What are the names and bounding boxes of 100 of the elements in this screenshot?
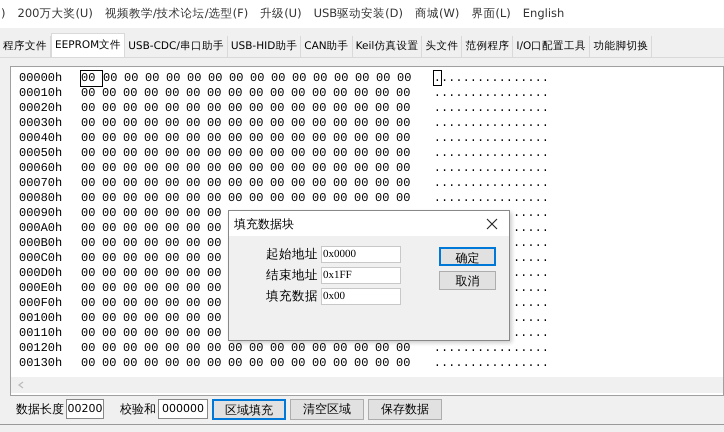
- hex-byte[interactable]: 00: [396, 116, 417, 131]
- hex-byte[interactable]: 00: [123, 326, 144, 341]
- hex-byte[interactable]: 00: [144, 221, 165, 236]
- hex-byte[interactable]: 00: [376, 71, 397, 86]
- hex-byte[interactable]: 00: [396, 131, 417, 146]
- hex-byte[interactable]: 00: [375, 116, 396, 131]
- hex-byte[interactable]: 00: [207, 176, 228, 191]
- hex-byte[interactable]: 00: [102, 341, 123, 356]
- hex-byte[interactable]: 00: [334, 71, 355, 86]
- hex-byte[interactable]: 00: [396, 146, 417, 161]
- hex-byte[interactable]: 00: [375, 131, 396, 146]
- menu-item[interactable]: 视频教学/技术论坛/选型(F): [104, 5, 248, 23]
- hex-byte[interactable]: 00: [165, 206, 186, 221]
- hex-byte[interactable]: 00: [228, 161, 249, 176]
- hex-byte[interactable]: 00: [144, 86, 165, 101]
- menu-item[interactable]: USB驱动安装(D): [314, 5, 404, 23]
- hex-byte[interactable]: 00: [375, 161, 396, 176]
- tab[interactable]: 程序文件: [0, 36, 51, 57]
- hex-byte[interactable]: 00: [375, 176, 396, 191]
- hex-byte[interactable]: 00: [312, 101, 333, 116]
- hex-byte[interactable]: 00: [375, 101, 396, 116]
- hex-byte[interactable]: 00: [375, 341, 396, 356]
- hex-byte[interactable]: 00: [354, 101, 375, 116]
- hex-byte[interactable]: 00: [313, 71, 334, 86]
- hex-byte[interactable]: 00: [207, 281, 228, 296]
- hex-byte[interactable]: 00: [102, 131, 123, 146]
- hex-byte[interactable]: 00: [123, 356, 144, 371]
- hex-byte[interactable]: 00: [354, 131, 375, 146]
- hex-byte[interactable]: 00: [375, 86, 396, 101]
- hex-byte[interactable]: 00: [333, 341, 354, 356]
- hex-byte[interactable]: 00: [186, 206, 207, 221]
- hex-byte[interactable]: 00: [186, 266, 207, 281]
- hex-byte[interactable]: 00: [396, 341, 417, 356]
- hex-byte[interactable]: 00: [165, 311, 186, 326]
- hex-byte[interactable]: 00: [229, 71, 250, 86]
- hex-byte[interactable]: 00: [81, 296, 102, 311]
- hex-byte[interactable]: 00: [312, 191, 333, 206]
- hex-byte[interactable]: 00: [270, 191, 291, 206]
- hex-byte[interactable]: 00: [207, 311, 228, 326]
- hex-byte[interactable]: 00: [102, 266, 123, 281]
- dialog-button[interactable]: 确定: [439, 247, 496, 266]
- hex-byte[interactable]: 00: [165, 281, 186, 296]
- hex-byte[interactable]: 00: [270, 101, 291, 116]
- hex-byte[interactable]: 00: [81, 281, 102, 296]
- hex-byte[interactable]: 00: [165, 356, 186, 371]
- hex-byte[interactable]: 00: [144, 311, 165, 326]
- hex-byte[interactable]: 00: [396, 161, 417, 176]
- hex-byte[interactable]: 00: [81, 176, 102, 191]
- hex-byte[interactable]: 00: [249, 176, 270, 191]
- hex-byte[interactable]: 00: [102, 296, 123, 311]
- hex-byte[interactable]: 00: [312, 341, 333, 356]
- close-icon[interactable]: [486, 218, 498, 230]
- hex-byte[interactable]: 00: [81, 146, 102, 161]
- hex-byte[interactable]: 00: [81, 311, 102, 326]
- horizontal-scrollbar[interactable]: [11, 377, 723, 393]
- checksum-field[interactable]: 000000: [158, 399, 208, 419]
- hex-byte[interactable]: 00: [102, 191, 123, 206]
- hex-byte[interactable]: 00: [144, 101, 165, 116]
- hex-byte[interactable]: 00: [333, 146, 354, 161]
- hex-byte[interactable]: 00: [312, 86, 333, 101]
- hex-byte[interactable]: 00: [81, 191, 102, 206]
- hex-byte[interactable]: 00: [144, 206, 165, 221]
- hex-byte[interactable]: 00: [249, 116, 270, 131]
- hex-byte[interactable]: 00: [291, 131, 312, 146]
- hex-byte[interactable]: 00: [103, 71, 124, 86]
- hex-byte[interactable]: 00: [396, 86, 417, 101]
- hex-byte[interactable]: 00: [396, 101, 417, 116]
- hex-byte[interactable]: 00: [291, 191, 312, 206]
- hex-byte[interactable]: 00: [186, 86, 207, 101]
- hex-byte[interactable]: 00: [165, 146, 186, 161]
- hex-byte[interactable]: 00: [81, 356, 102, 371]
- hex-byte[interactable]: 00: [249, 146, 270, 161]
- hex-byte[interactable]: 00: [250, 71, 271, 86]
- hex-byte[interactable]: 00: [186, 356, 207, 371]
- hex-byte[interactable]: 00: [123, 221, 144, 236]
- hex-byte[interactable]: 00: [144, 356, 165, 371]
- hex-byte[interactable]: 00: [123, 296, 144, 311]
- hex-byte[interactable]: 00: [186, 311, 207, 326]
- hex-byte[interactable]: 00: [207, 221, 228, 236]
- hex-byte[interactable]: 00: [102, 116, 123, 131]
- hex-byte[interactable]: 00: [186, 341, 207, 356]
- length-field[interactable]: 00200: [66, 399, 104, 419]
- hex-byte[interactable]: 00: [124, 71, 145, 86]
- scroll-left-icon[interactable]: [17, 381, 25, 389]
- hex-byte[interactable]: 00: [292, 71, 313, 86]
- hex-byte[interactable]: 00: [144, 131, 165, 146]
- hex-byte[interactable]: 00: [249, 131, 270, 146]
- hex-byte[interactable]: 00: [355, 71, 376, 86]
- tab[interactable]: EEPROM文件: [51, 33, 126, 57]
- hex-byte[interactable]: 00: [144, 236, 165, 251]
- hex-byte[interactable]: 00: [165, 161, 186, 176]
- hex-byte[interactable]: 00: [186, 251, 207, 266]
- hex-byte[interactable]: 00: [102, 311, 123, 326]
- hex-byte[interactable]: 00: [144, 281, 165, 296]
- hex-byte[interactable]: 00: [186, 146, 207, 161]
- hex-byte[interactable]: 00: [354, 191, 375, 206]
- hex-byte[interactable]: 00: [354, 86, 375, 101]
- hex-byte[interactable]: 00: [144, 266, 165, 281]
- hex-byte[interactable]: 00: [207, 101, 228, 116]
- hex-byte[interactable]: 00: [207, 206, 228, 221]
